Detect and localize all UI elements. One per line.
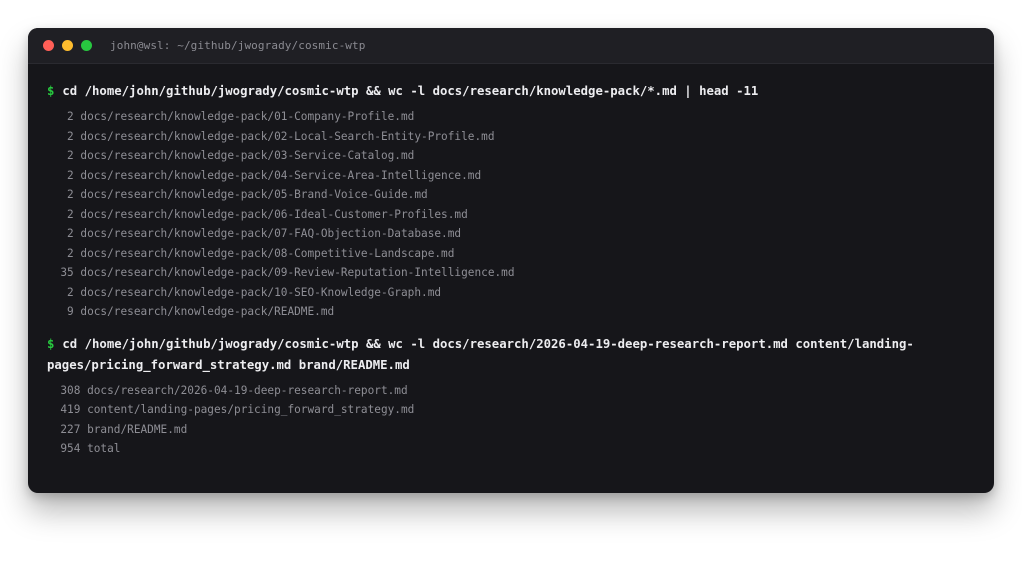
window-title: john@wsl: ~/github/jwogrady/cosmic-wtp	[110, 39, 366, 52]
command-line: $ cd /home/john/github/jwogrady/cosmic-wt…	[47, 81, 994, 102]
output-line: 35 docs/research/knowledge-pack/09-Revie…	[47, 266, 515, 279]
command-line-continuation: pages/pricing_forward_strategy.md brand/…	[47, 355, 994, 376]
output-line: 2 docs/research/knowledge-pack/10-SEO-Kn…	[47, 285, 442, 299]
close-button[interactable]	[43, 40, 54, 51]
command-output: 308 docs/research/2026-04-19-deep-resear…	[47, 381, 994, 459]
output-line: 2 docs/research/knowledge-pack/06-Ideal-…	[47, 207, 468, 221]
terminal-output[interactable]: $ cd /home/john/github/jwogrady/cosmic-wt…	[28, 64, 994, 459]
output-line: 9 docs/research/knowledge-pack/README.md	[47, 305, 335, 318]
command-text: cd /home/john/github/jwogrady/cosmic-wtp…	[62, 336, 914, 351]
minimize-button[interactable]	[62, 40, 73, 51]
output-line: 2 docs/research/knowledge-pack/08-Compet…	[47, 246, 455, 260]
command-output: 2 docs/research/knowledge-pack/01-Compan…	[47, 107, 994, 322]
output-line: 227 brand/README.md	[47, 422, 188, 436]
output-line: 2 docs/research/knowledge-pack/02-Local-…	[47, 129, 495, 143]
output-line: 2 docs/research/knowledge-pack/05-Brand-…	[47, 188, 428, 201]
command-text: cd /home/john/github/jwogrady/cosmic-wtp…	[62, 84, 759, 98]
title-bar[interactable]: john@wsl: ~/github/jwogrady/cosmic-wtp	[28, 28, 994, 64]
command-text: pages/pricing_forward_strategy.md brand/…	[47, 357, 410, 372]
prompt-symbol: $	[47, 84, 55, 98]
output-line: 2 docs/research/knowledge-pack/04-Servic…	[47, 168, 482, 182]
output-total: 954 total	[47, 442, 121, 455]
command-block: $ cd /home/john/github/jwogrady/cosmic-wt…	[47, 334, 994, 459]
output-line: 419 content/landing-pages/pricing_forwar…	[47, 403, 415, 416]
command-block: $ cd /home/john/github/jwogrady/cosmic-wt…	[47, 81, 994, 322]
output-line: 2 docs/research/knowledge-pack/01-Compan…	[47, 110, 415, 123]
maximize-button[interactable]	[81, 40, 92, 51]
prompt-symbol: $	[47, 336, 55, 351]
output-line: 2 docs/research/knowledge-pack/03-Servic…	[47, 149, 415, 162]
output-line: 308 docs/research/2026-04-19-deep-resear…	[47, 383, 408, 397]
command-line: $ cd /home/john/github/jwogrady/cosmic-wt…	[47, 334, 994, 355]
output-line: 2 docs/research/knowledge-pack/07-FAQ-Ob…	[47, 227, 462, 240]
terminal-window: john@wsl: ~/github/jwogrady/cosmic-wtp $…	[28, 28, 994, 493]
